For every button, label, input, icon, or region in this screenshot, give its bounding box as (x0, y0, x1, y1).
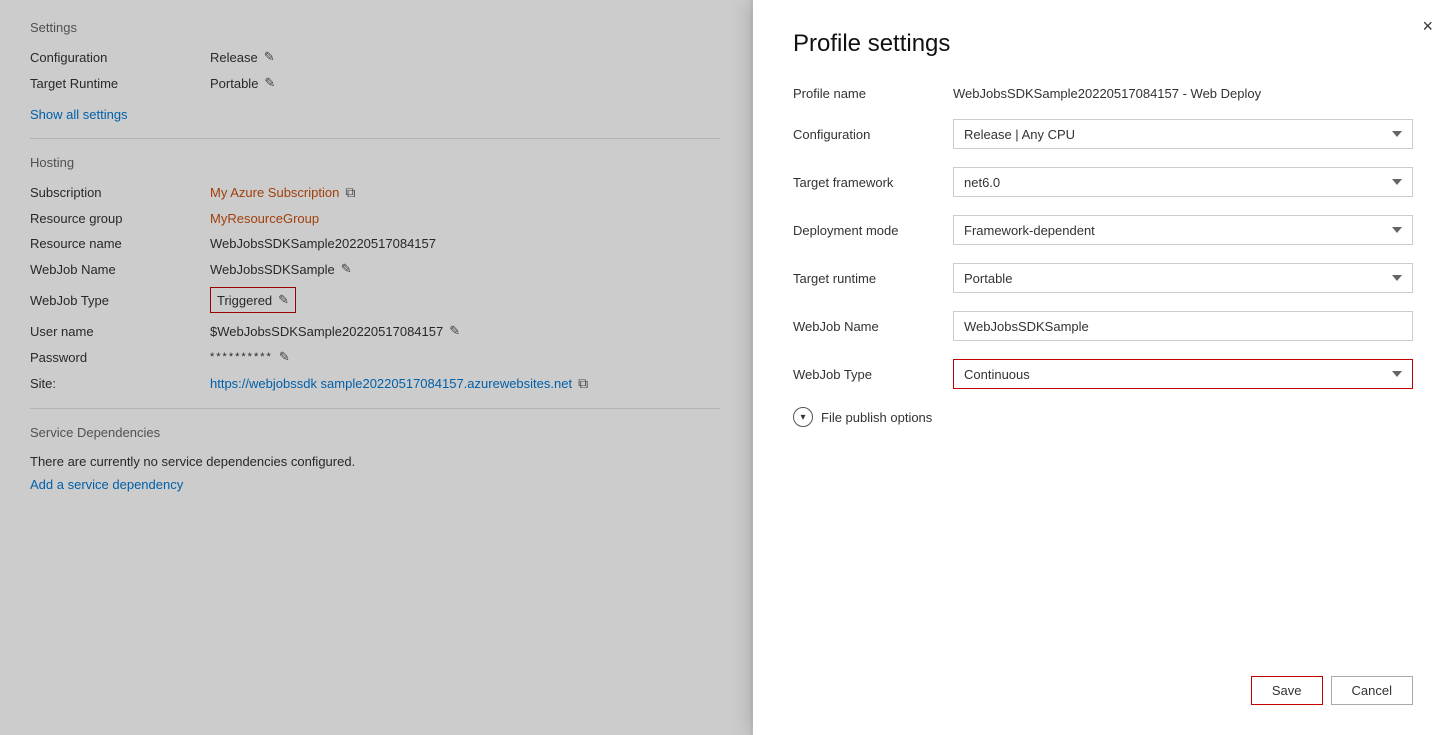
modal-profile-name-field: Profile name WebJobsSDKSample20220517084… (793, 86, 1413, 101)
modal-configuration-select-wrapper: Release | Any CPU Debug | Any CPU (953, 119, 1413, 149)
file-publish-chevron-icon[interactable]: ▾ (793, 407, 813, 427)
modal-configuration-field: Configuration Release | Any CPU Debug | … (793, 119, 1413, 149)
modal-webjob-type-select-wrapper: Continuous Triggered (953, 359, 1413, 389)
modal-profile-name-label: Profile name (793, 86, 953, 101)
modal-webjob-name-field: WebJob Name (793, 311, 1413, 341)
modal-webjob-name-label: WebJob Name (793, 319, 953, 334)
file-publish-options-label: File publish options (821, 410, 932, 425)
modal-target-framework-select[interactable]: net6.0 net5.0 netcoreapp3.1 (953, 167, 1413, 197)
modal-webjob-name-input-wrapper (953, 311, 1413, 341)
modal-webjob-name-input[interactable] (953, 311, 1413, 341)
modal-target-framework-label: Target framework (793, 175, 953, 190)
modal-configuration-label: Configuration (793, 127, 953, 142)
modal-webjob-type-field: WebJob Type Continuous Triggered (793, 359, 1413, 389)
modal-target-runtime-select-wrapper: Portable linux-x64 win-x64 (953, 263, 1413, 293)
modal-configuration-select[interactable]: Release | Any CPU Debug | Any CPU (953, 119, 1413, 149)
save-button[interactable]: Save (1251, 676, 1323, 705)
modal-footer: Save Cancel (1251, 676, 1413, 705)
modal-deployment-mode-select-wrapper: Framework-dependent Self-contained (953, 215, 1413, 245)
modal-target-framework-field: Target framework net6.0 net5.0 netcoreap… (793, 167, 1413, 197)
modal-deployment-mode-field: Deployment mode Framework-dependent Self… (793, 215, 1413, 245)
file-publish-options[interactable]: ▾ File publish options (793, 407, 1413, 427)
modal-deployment-mode-label: Deployment mode (793, 223, 953, 238)
profile-settings-modal: × Profile settings Profile name WebJobsS… (753, 0, 1453, 735)
modal-target-runtime-field: Target runtime Portable linux-x64 win-x6… (793, 263, 1413, 293)
modal-profile-name-value: WebJobsSDKSample20220517084157 - Web Dep… (953, 86, 1413, 101)
modal-title: Profile settings (793, 30, 1413, 58)
cancel-button[interactable]: Cancel (1331, 676, 1413, 705)
modal-webjob-type-label: WebJob Type (793, 367, 953, 382)
modal-target-runtime-select[interactable]: Portable linux-x64 win-x64 (953, 263, 1413, 293)
modal-deployment-mode-select[interactable]: Framework-dependent Self-contained (953, 215, 1413, 245)
modal-target-runtime-label: Target runtime (793, 271, 953, 286)
modal-close-button[interactable]: × (1422, 16, 1433, 37)
modal-webjob-type-select[interactable]: Continuous Triggered (953, 359, 1413, 389)
modal-target-framework-select-wrapper: net6.0 net5.0 netcoreapp3.1 (953, 167, 1413, 197)
